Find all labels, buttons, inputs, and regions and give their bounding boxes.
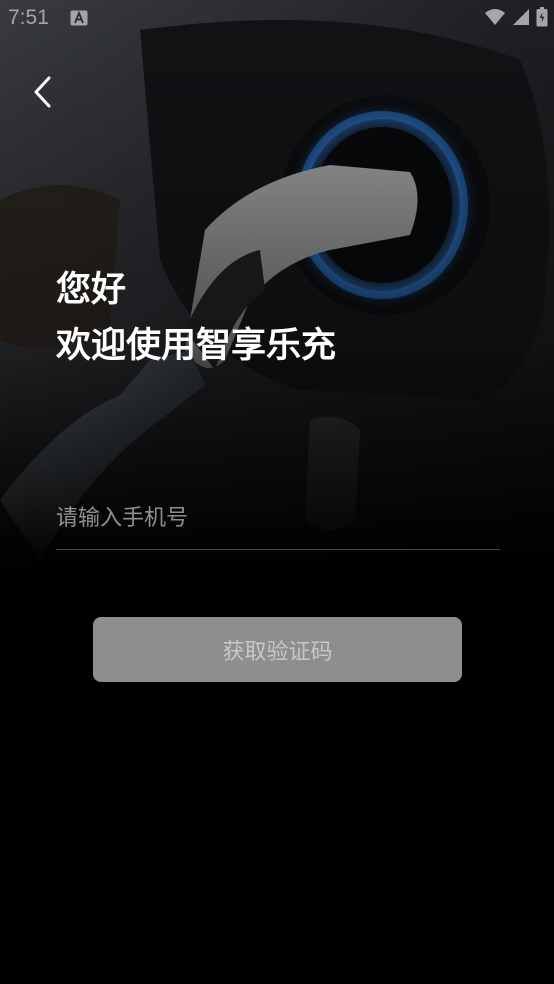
greeting-hello: 您好 [56, 270, 127, 310]
get-code-button[interactable]: 获取验证码 [93, 617, 462, 682]
phone-input[interactable] [56, 495, 500, 541]
greeting: 您好 欢迎使用智享乐充 [56, 262, 336, 374]
status-icons [484, 7, 548, 31]
signal-icon [512, 8, 530, 30]
chevron-left-icon [31, 75, 53, 113]
battery-icon [536, 7, 548, 31]
wifi-icon [484, 8, 506, 30]
phone-field [56, 495, 500, 550]
accessibility-a-icon [70, 10, 88, 26]
status-bar: 7:51 [0, 0, 554, 38]
greeting-welcome: 欢迎使用智享乐充 [56, 326, 337, 366]
status-time: 7:51 [8, 6, 49, 29]
login-screen: 7:51 您好 欢迎使用智享乐充 请输入手机号 获取验证码 [0, 0, 554, 984]
back-button[interactable] [22, 72, 62, 116]
